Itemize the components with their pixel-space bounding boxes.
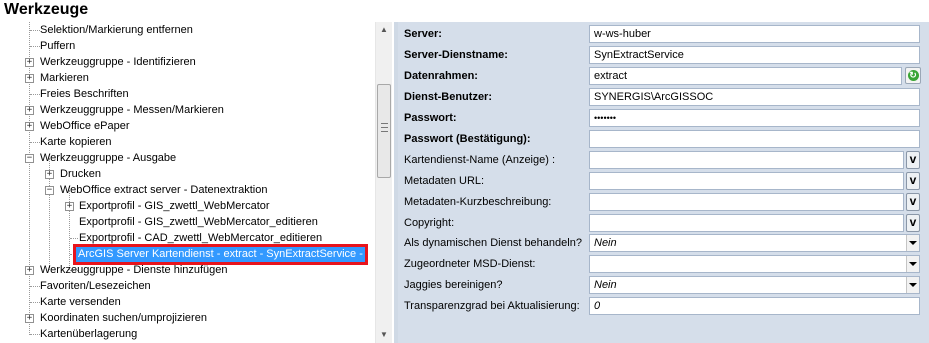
kartendienst-name-edit-button[interactable]: v <box>906 151 920 169</box>
tree-item-messen[interactable]: Werkzeuggruppe - Messen/Markieren <box>40 102 224 118</box>
tree-item-exportprofil-gis[interactable]: Exportprofil - GIS_zwettl_WebMercator <box>79 198 270 214</box>
tree-collapse-extract[interactable]: − <box>45 186 54 195</box>
label-dienst-benutzer: Dienst-Benutzer: <box>404 91 493 103</box>
tree-expand-exportprofil-gis[interactable]: + <box>65 202 74 211</box>
passwort-field[interactable]: ••••••• <box>589 109 920 127</box>
tree-item-favoriten[interactable]: Favoriten/Lesezeichen <box>40 278 151 294</box>
refresh-button[interactable]: ↻ <box>905 67 921 84</box>
label-passwort: Passwort: <box>404 112 457 124</box>
tree-expand-koordinaten[interactable]: + <box>25 314 34 323</box>
panel-title: Werkzeuge <box>4 1 89 18</box>
tree-collapse-ausgabe[interactable]: − <box>25 154 34 163</box>
tree-expand-markieren[interactable]: + <box>25 74 34 83</box>
properties-panel: Server: w-ws-huber Server-Dienstname: Sy… <box>398 22 929 343</box>
msd-dienst-select[interactable] <box>589 255 920 273</box>
metadaten-kurzbeschreibung-field[interactable] <box>589 193 904 211</box>
server-field[interactable]: w-ws-huber <box>589 25 920 43</box>
tree-item-beschriften[interactable]: Freies Beschriften <box>40 86 129 102</box>
tree-expand-messen[interactable]: + <box>25 106 34 115</box>
tree-item-extract-server[interactable]: WebOffice extract server - Datenextrakti… <box>60 182 267 198</box>
grip-icon <box>381 123 388 132</box>
refresh-icon: ↻ <box>907 70 919 81</box>
label-transparenzgrad: Transparenzgrad bei Aktualisierung: <box>404 300 580 312</box>
tree-expand-identifizieren[interactable]: + <box>25 58 34 67</box>
tree-item-kartenueberlagerung[interactable]: Kartenüberlagerung <box>40 326 137 342</box>
tree-connector <box>30 286 40 287</box>
tree-item-markieren[interactable]: Markieren <box>40 70 89 86</box>
transparenzgrad-field[interactable]: 0 <box>589 297 920 315</box>
label-dynamischer-dienst: Als dynamischen Dienst behandeln? <box>404 237 582 249</box>
metadaten-url-edit-button[interactable]: v <box>906 172 920 190</box>
tool-tree[interactable]: + + + + − + − + + + Selektion/Markierung… <box>0 22 394 343</box>
tree-connector <box>30 302 40 303</box>
tree-item-exportprofil-gis-edit[interactable]: Exportprofil - GIS_zwettl_WebMercator_ed… <box>79 214 318 230</box>
dynamischer-dienst-value: Nein <box>594 237 617 249</box>
label-datenrahmen: Datenrahmen: <box>404 70 478 82</box>
copyright-edit-button[interactable]: v <box>906 214 920 232</box>
passwort-bestaetigung-field[interactable] <box>589 130 920 148</box>
tree-connector <box>30 142 40 143</box>
scrollbar-thumb[interactable] <box>377 84 391 178</box>
tree-item-puffern[interactable]: Puffern <box>40 38 75 54</box>
scroll-up-arrow-icon[interactable]: ▲ <box>376 22 392 38</box>
tree-expand-dienste[interactable]: + <box>25 266 34 275</box>
tree-guide-root <box>29 22 30 335</box>
tree-connector <box>30 30 40 31</box>
label-kartendienst-name: Kartendienst-Name (Anzeige) : <box>404 154 556 166</box>
tree-connector <box>30 46 40 47</box>
tree-expand-drucken[interactable]: + <box>45 170 54 179</box>
jaggies-value: Nein <box>594 279 617 291</box>
tree-connector <box>70 238 78 239</box>
tree-connector <box>30 94 40 95</box>
tree-item-arcgis-kartendienst-selected[interactable]: ArcGIS Server Kartendienst - extract - S… <box>73 244 368 265</box>
jaggies-select[interactable]: Nein <box>589 276 920 294</box>
tree-item-ausgabe[interactable]: Werkzeuggruppe - Ausgabe <box>40 150 176 166</box>
label-msd-dienst: Zugeordneter MSD-Dienst: <box>404 258 536 270</box>
kartendienst-name-field[interactable] <box>589 151 904 169</box>
label-metadaten-url: Metadaten URL: <box>404 175 485 187</box>
tree-item-epaper[interactable]: WebOffice ePaper <box>40 118 129 134</box>
label-server: Server: <box>404 28 442 40</box>
tree-connector <box>30 334 40 335</box>
tree-item-drucken[interactable]: Drucken <box>60 166 101 182</box>
label-copyright: Copyright: <box>404 217 455 229</box>
label-passwort-bestaetigung: Passwort (Bestätigung): <box>404 133 531 145</box>
label-metadaten-kurzbeschreibung: Metadaten-Kurzbeschreibung: <box>404 196 552 208</box>
chevron-down-icon[interactable] <box>906 277 919 293</box>
tree-item-selektion-entfernen[interactable]: Selektion/Markierung entfernen <box>40 22 193 38</box>
copyright-field[interactable] <box>589 214 904 232</box>
tree-item-identifizieren[interactable]: Werkzeuggruppe - Identifizieren <box>40 54 196 70</box>
dienst-benutzer-field[interactable]: SYNERGIS\ArcGISSOC <box>589 88 920 106</box>
tree-expand-epaper[interactable]: + <box>25 122 34 131</box>
metadaten-kurzbeschreibung-edit-button[interactable]: v <box>906 193 920 211</box>
chevron-down-icon[interactable] <box>906 235 919 251</box>
label-server-dienstname: Server-Dienstname: <box>404 49 508 61</box>
metadaten-url-field[interactable] <box>589 172 904 190</box>
server-dienstname-field[interactable]: SynExtractService <box>589 46 920 64</box>
tree-item-exportprofil-cad-edit[interactable]: Exportprofil - CAD_zwettl_WebMercator_ed… <box>79 230 322 246</box>
tree-item-koordinaten[interactable]: Koordinaten suchen/umprojizieren <box>40 310 207 326</box>
scroll-down-arrow-icon[interactable]: ▼ <box>376 327 392 343</box>
tree-scrollbar[interactable]: ▲ ▼ <box>375 22 392 343</box>
datenrahmen-field[interactable]: extract <box>589 67 902 85</box>
chevron-down-icon[interactable] <box>906 256 919 272</box>
tree-item-karte-versenden[interactable]: Karte versenden <box>40 294 121 310</box>
label-jaggies: Jaggies bereinigen? <box>404 279 503 291</box>
tree-item-karte-kopieren[interactable]: Karte kopieren <box>40 134 112 150</box>
tree-item-dienste-hinzufuegen[interactable]: Werkzeuggruppe - Dienste hinzufügen <box>40 262 228 278</box>
dynamischer-dienst-select[interactable]: Nein <box>589 234 920 252</box>
